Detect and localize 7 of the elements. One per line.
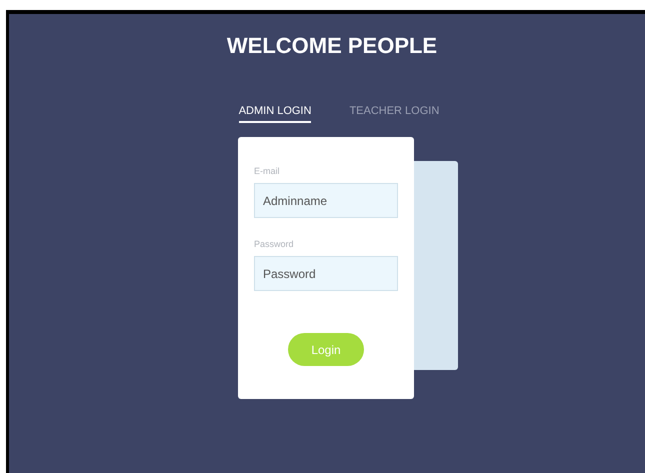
- login-tab[interactable]: TEACHER LOGIN: [349, 104, 440, 123]
- field-label: E-mail: [254, 165, 281, 177]
- input-field[interactable]: Password: [254, 256, 398, 291]
- input-field[interactable]: Adminname: [254, 183, 398, 218]
- login-tab[interactable]: ADMIN LOGIN: [238, 104, 312, 123]
- field-label: Password: [254, 238, 295, 250]
- page-title: WELCOME PEOPLE: [226, 32, 438, 60]
